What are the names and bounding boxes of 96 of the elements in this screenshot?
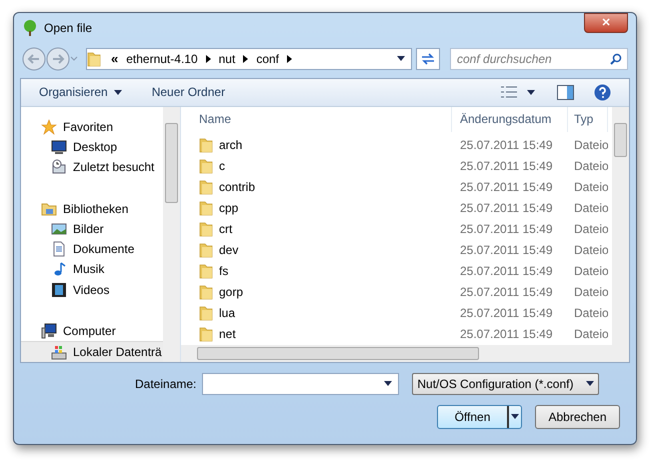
window-title: Open file <box>44 20 92 38</box>
star-icon <box>41 118 57 135</box>
folder-icon <box>199 326 213 342</box>
drive-icon <box>51 344 67 360</box>
chevron-right-icon[interactable] <box>243 54 248 63</box>
refresh-arrows-icon <box>421 52 435 65</box>
film-icon <box>51 282 67 298</box>
type-cell-text: Dateio <box>573 200 608 218</box>
sidebar-item[interactable]: Favoriten <box>21 116 163 137</box>
filename-field[interactable] <box>202 372 400 395</box>
sidebar-item[interactable]: Lokaler Datenträ <box>21 341 163 362</box>
new-folder-button[interactable]: Neuer Ordner <box>152 83 226 102</box>
date-cell-text: 25.07.2011 15:49 <box>459 326 554 344</box>
column-header[interactable]: Änderungsdatum <box>452 106 568 132</box>
breadcrumb[interactable]: conf <box>256 50 279 68</box>
date-cell-text: 25.07.2011 15:49 <box>459 179 554 196</box>
monitor-icon <box>51 138 67 155</box>
folder-icon <box>199 200 213 216</box>
type-cell-text: Dateio <box>573 284 608 302</box>
file-name[interactable]: lua <box>219 304 236 322</box>
type-cell-text: Dateio <box>573 137 608 154</box>
dropdown-caret-icon <box>586 381 594 386</box>
file-name[interactable]: c <box>219 157 225 176</box>
clock-icon <box>51 159 67 176</box>
column-header[interactable]: Name <box>181 106 452 132</box>
type-cell-text: Dateio <box>573 263 608 280</box>
folder-icon <box>199 137 213 154</box>
type-cell-text: Dateio <box>573 326 608 344</box>
address-bar[interactable]: « ethernut-4.10 nut conf <box>86 48 412 70</box>
sidebar-item[interactable]: Desktop <box>21 136 163 158</box>
sidebar-item[interactable]: Zuletzt besucht <box>21 157 163 178</box>
folder-icon <box>199 242 213 258</box>
sidebar-item[interactable]: Videos <box>21 280 163 300</box>
refresh-button[interactable] <box>416 48 440 70</box>
dropdown-caret-icon <box>511 414 519 420</box>
chevron-right-icon[interactable] <box>287 54 292 63</box>
file-name[interactable]: dev <box>219 241 238 260</box>
type-cell-text: Dateio <box>573 158 608 176</box>
file-name[interactable]: gorp <box>219 283 244 302</box>
column-header[interactable]: Typ <box>568 106 608 132</box>
date-cell-text: 25.07.2011 15:49 <box>459 284 554 302</box>
preview-pane-icon[interactable] <box>557 84 574 100</box>
search-field[interactable]: conf durchsuchen <box>450 48 628 70</box>
horizontal-scrollbar[interactable] <box>181 344 629 362</box>
type-cell-text: Dateio <box>573 305 608 322</box>
organize-button[interactable]: Organisieren <box>39 83 122 102</box>
folder-icon <box>199 263 213 280</box>
view-dropdown-icon <box>527 90 535 95</box>
date-cell-text: 25.07.2011 15:49 <box>459 221 554 238</box>
computer-icon <box>41 323 57 340</box>
dropdown-caret-icon <box>384 381 392 386</box>
document-icon <box>51 241 67 258</box>
folder-icon <box>199 179 213 196</box>
file-name[interactable]: net <box>219 325 236 344</box>
sidebar-item[interactable]: Bilder <box>21 218 163 240</box>
scrollbar[interactable] <box>612 106 629 345</box>
open-button[interactable]: Öffnen <box>437 404 522 429</box>
folder-icon <box>199 305 213 322</box>
file-name[interactable]: fs <box>219 262 228 280</box>
type-cell-text: Dateio <box>573 179 608 196</box>
breadcrumb[interactable]: nut <box>218 50 236 68</box>
file-name[interactable]: arch <box>219 136 242 154</box>
dropdown-caret-icon <box>114 90 122 95</box>
cancel-button[interactable]: Abbrechen <box>535 404 620 429</box>
overflow-chevron[interactable]: « <box>111 48 118 68</box>
sidebar-item[interactable]: Bibliotheken <box>21 198 163 219</box>
type-cell-text: Dateio <box>573 221 608 238</box>
date-cell-text: 25.07.2011 15:49 <box>459 137 554 154</box>
type-cell-text: Dateio <box>573 242 608 260</box>
folder-icon <box>199 221 213 238</box>
help-icon[interactable] <box>594 84 611 101</box>
file-type-dropdown[interactable]: Nut/OS Configuration (*.conf) <box>412 372 600 395</box>
date-cell-text: 25.07.2011 15:49 <box>459 158 554 176</box>
sidebar-item[interactable]: Computer <box>21 320 163 342</box>
view-list-icon[interactable] <box>501 86 517 98</box>
date-cell-text: 25.07.2011 15:49 <box>459 305 554 322</box>
date-cell-text: 25.07.2011 15:49 <box>459 263 554 280</box>
file-name[interactable]: crt <box>219 220 232 238</box>
filename-label: Dateiname: <box>135 376 196 393</box>
picture-icon <box>51 220 67 237</box>
address-dropdown-icon <box>397 56 405 62</box>
folder-icon <box>199 158 213 174</box>
date-cell-text: 25.07.2011 15:49 <box>459 242 554 260</box>
tree-icon <box>21 19 39 38</box>
file-name[interactable]: cpp <box>219 199 238 218</box>
file-name[interactable]: contrib <box>219 178 256 196</box>
folder-icon <box>199 284 213 300</box>
sidebar-item[interactable]: Dokumente <box>21 239 163 260</box>
search-icon <box>610 52 622 65</box>
folder-icon <box>87 50 101 67</box>
date-cell-text: 25.07.2011 15:49 <box>459 200 554 218</box>
sidebar-item[interactable]: Musik <box>21 259 163 280</box>
folder-icon <box>41 200 57 217</box>
scrollbar[interactable] <box>163 106 180 362</box>
chevron-right-icon[interactable] <box>206 54 211 63</box>
breadcrumb[interactable]: ethernut-4.10 <box>126 50 198 68</box>
